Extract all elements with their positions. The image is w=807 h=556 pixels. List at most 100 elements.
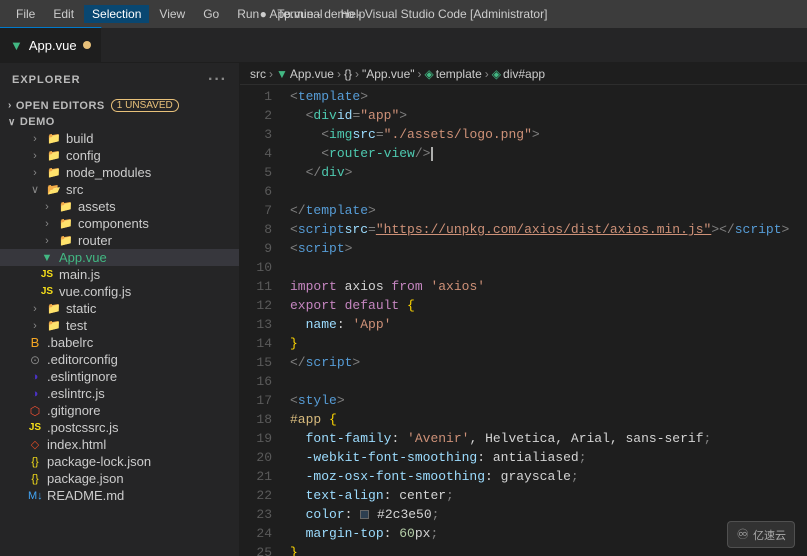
item-label: components: [78, 216, 149, 231]
sidebar: EXPLORER ··· › OPEN EDITORS 1 UNSAVED ∨ …: [0, 63, 240, 556]
editor-content[interactable]: 12345 678910 1112131415 1617181920 21222…: [240, 85, 807, 556]
item-label: vue.config.js: [59, 284, 131, 299]
menu-edit[interactable]: Edit: [45, 5, 82, 23]
breadcrumb-template[interactable]: ◈: [425, 67, 434, 81]
code-line-22: text-align: center;: [290, 486, 807, 505]
code-line-21: -moz-osx-font-smoothing: grayscale;: [290, 467, 807, 486]
item-label: .postcssrc.js: [47, 420, 119, 435]
explorer-menu-icon[interactable]: ···: [208, 71, 227, 89]
code-line-20: -webkit-font-smoothing: antialiased;: [290, 448, 807, 467]
chevron-right-icon: ›: [28, 320, 42, 332]
sidebar-item-assets[interactable]: › 📁 assets: [0, 198, 239, 215]
menu-view[interactable]: View: [151, 5, 193, 23]
tab-bar: ▼ App.vue: [0, 28, 807, 63]
chevron-down-icon: ∨: [8, 117, 16, 128]
eslint-icon: ◑: [28, 371, 42, 383]
sidebar-item-build[interactable]: › 📁 build: [0, 130, 239, 147]
breadcrumb-app-name[interactable]: "App.vue": [362, 67, 415, 81]
demo-section[interactable]: ∨ DEMO: [0, 114, 239, 130]
code-line-11: import axios from 'axios': [290, 277, 807, 296]
breadcrumb-src[interactable]: src: [250, 67, 266, 81]
item-label: main.js: [59, 267, 100, 282]
chevron-right-icon: ›: [40, 218, 54, 230]
sidebar-item-main-js[interactable]: JS main.js: [0, 266, 239, 283]
item-label: assets: [78, 199, 116, 214]
breadcrumb-template-label[interactable]: template: [436, 67, 482, 81]
item-label: package-lock.json: [47, 454, 151, 469]
open-editors-label: OPEN EDITORS: [16, 100, 105, 112]
folder-icon: 📁: [47, 302, 61, 315]
sidebar-item-editorconfig[interactable]: ⊙ .editorconfig: [0, 351, 239, 368]
item-label: config: [66, 148, 101, 163]
breadcrumb-sep-3: ›: [355, 67, 359, 81]
sidebar-item-static[interactable]: › 📁 static: [0, 300, 239, 317]
breadcrumb-div-app: div#app: [503, 67, 545, 81]
item-label: router: [78, 233, 112, 248]
item-label: build: [66, 131, 93, 146]
md-icon: M↓: [28, 490, 42, 502]
line-numbers: 12345 678910 1112131415 1617181920 21222…: [240, 85, 280, 556]
sidebar-item-node-modules[interactable]: › 📁 node_modules: [0, 164, 239, 181]
breadcrumb-app-vue[interactable]: App.vue: [290, 67, 334, 81]
breadcrumb-sep-5: ›: [485, 67, 489, 81]
breadcrumb-sep-2: ›: [337, 67, 341, 81]
sidebar-item-test[interactable]: › 📁 test: [0, 317, 239, 334]
sidebar-item-babelrc[interactable]: Β .babelrc: [0, 334, 239, 351]
item-label: .eslintrc.js: [47, 386, 105, 401]
explorer-header: EXPLORER ···: [0, 63, 239, 97]
sidebar-item-readme[interactable]: M↓ README.md: [0, 487, 239, 504]
chevron-right-icon: ›: [40, 201, 54, 213]
code-line-7: </template>: [290, 201, 807, 220]
sidebar-item-app-vue[interactable]: ▼ App.vue: [0, 249, 239, 266]
code-line-5: </div>: [290, 163, 807, 182]
sidebar-item-postcssrc[interactable]: JS .postcssrc.js: [0, 419, 239, 436]
main-layout: EXPLORER ··· › OPEN EDITORS 1 UNSAVED ∨ …: [0, 63, 807, 556]
sidebar-item-router[interactable]: › 📁 router: [0, 232, 239, 249]
breadcrumb-braces[interactable]: {}: [344, 67, 352, 81]
code-line-4: <router-view/>: [290, 144, 807, 163]
item-label: src: [66, 182, 83, 197]
code-line-16: [290, 372, 807, 391]
tab-label: App.vue: [29, 38, 77, 53]
open-editors-section[interactable]: › OPEN EDITORS 1 UNSAVED: [0, 97, 239, 114]
sidebar-item-eslintignore[interactable]: ◑ .eslintignore: [0, 368, 239, 385]
sidebar-item-package[interactable]: {} package.json: [0, 470, 239, 487]
js-icon: JS: [40, 269, 54, 280]
menu-go[interactable]: Go: [195, 5, 227, 23]
unsaved-indicator: [83, 41, 91, 49]
folder-icon: 📁: [59, 200, 73, 213]
sidebar-item-components[interactable]: › 📁 components: [0, 215, 239, 232]
item-label: .gitignore: [47, 403, 100, 418]
json-icon: {}: [28, 456, 42, 468]
code-line-6: [290, 182, 807, 201]
item-label: test: [66, 318, 87, 333]
sidebar-item-index-html[interactable]: ◇ index.html: [0, 436, 239, 453]
code-editor[interactable]: <template> <div id="app"> <img src="./as…: [280, 85, 807, 556]
sidebar-item-eslintrc[interactable]: ◑ .eslintrc.js: [0, 385, 239, 402]
code-line-14: }: [290, 334, 807, 353]
sidebar-item-vue-config[interactable]: JS vue.config.js: [0, 283, 239, 300]
breadcrumb-vue-icon: ▼: [276, 67, 288, 81]
folder-icon: 📁: [47, 149, 61, 162]
js-icon: JS: [40, 286, 54, 297]
code-line-17: <style>: [290, 391, 807, 410]
vue-file-icon: ▼: [10, 38, 23, 53]
breadcrumb-sep-1: ›: [269, 67, 273, 81]
item-label: node_modules: [66, 165, 151, 180]
tab-app-vue[interactable]: ▼ App.vue: [0, 27, 102, 62]
sidebar-item-src[interactable]: ∨ 📂 src: [0, 181, 239, 198]
explorer-title: EXPLORER: [12, 74, 81, 86]
menu-file[interactable]: File: [8, 5, 43, 23]
item-label: .eslintignore: [47, 369, 117, 384]
git-icon: ⬡: [28, 404, 42, 418]
watermark: ♾ 亿速云: [727, 521, 795, 548]
code-line-8: <script src="https://unpkg.com/axios/dis…: [290, 220, 807, 239]
sidebar-item-config[interactable]: › 📁 config: [0, 147, 239, 164]
sidebar-item-package-lock[interactable]: {} package-lock.json: [0, 453, 239, 470]
item-label: .babelrc: [47, 335, 93, 350]
menu-selection[interactable]: Selection: [84, 5, 149, 23]
sidebar-item-gitignore[interactable]: ⬡ .gitignore: [0, 402, 239, 419]
folder-icon: 📁: [59, 217, 73, 230]
item-label: index.html: [47, 437, 106, 452]
item-label: package.json: [47, 471, 124, 486]
